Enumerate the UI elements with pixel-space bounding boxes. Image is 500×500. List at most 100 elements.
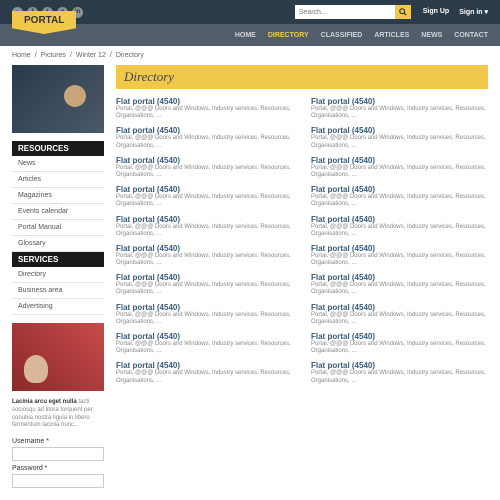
nav-news[interactable]: NEWS: [421, 32, 442, 39]
directory-item-title[interactable]: Flat portal (4540): [116, 185, 293, 194]
directory-item-title[interactable]: Flat portal (4540): [311, 244, 488, 253]
directory-item-title[interactable]: Flat portal (4540): [116, 273, 293, 282]
sidebar-item[interactable]: Business area: [12, 283, 104, 299]
search-icon: [399, 8, 407, 16]
directory-item-desc: Portal, @@@ Doors and Windows, Industry …: [116, 135, 293, 149]
directory-item: Flat portal (4540)Portal, @@@ Doors and …: [116, 95, 293, 122]
directory-item-title[interactable]: Flat portal (4540): [116, 244, 293, 253]
nav-directory[interactable]: DIRECTORY: [268, 32, 309, 39]
search-button[interactable]: [395, 5, 411, 19]
directory-item-title[interactable]: Flat portal (4540): [311, 332, 488, 341]
directory-item-title[interactable]: Flat portal (4540): [311, 361, 488, 370]
directory-item: Flat portal (4540)Portal, @@@ Doors and …: [116, 213, 293, 240]
directory-item-desc: Portal, @@@ Doors and Windows, Industry …: [311, 312, 488, 326]
main-content: Directory Flat portal (4540)Portal, @@@ …: [116, 65, 488, 492]
sidebar-image: [12, 323, 104, 391]
directory-item-title[interactable]: Flat portal (4540): [311, 273, 488, 282]
username-label: Username *: [12, 438, 104, 445]
directory-item-title[interactable]: Flat portal (4540): [116, 156, 293, 165]
signup-link[interactable]: Sign Up: [423, 8, 449, 16]
username-input[interactable]: [12, 447, 104, 461]
directory-item: Flat portal (4540)Portal, @@@ Doors and …: [311, 124, 488, 151]
directory-item-desc: Portal, @@@ Doors and Windows, Industry …: [116, 106, 293, 120]
services-list: DirectoryBusiness areaAdvertising: [12, 267, 104, 315]
sidebar-item[interactable]: News: [12, 156, 104, 172]
directory-item-desc: Portal, @@@ Doors and Windows, Industry …: [311, 135, 488, 149]
sidebar-item[interactable]: Advertising: [12, 299, 104, 315]
directory-item-desc: Portal, @@@ Doors and Windows, Industry …: [311, 194, 488, 208]
directory-item-desc: Portal, @@@ Doors and Windows, Industry …: [311, 370, 488, 384]
directory-item: Flat portal (4540)Portal, @@@ Doors and …: [311, 154, 488, 181]
sidebar-item[interactable]: Portal Manual: [12, 220, 104, 236]
directory-item-desc: Portal, @@@ Doors and Windows, Industry …: [311, 106, 488, 120]
directory-item-title[interactable]: Flat portal (4540): [116, 303, 293, 312]
directory-item: Flat portal (4540)Portal, @@@ Doors and …: [116, 124, 293, 151]
directory-item-desc: Portal, @@@ Doors and Windows, Industry …: [116, 370, 293, 384]
directory-item-title[interactable]: Flat portal (4540): [116, 361, 293, 370]
directory-item-title[interactable]: Flat portal (4540): [311, 97, 488, 106]
resources-header: RESOURCES: [12, 141, 104, 156]
password-input[interactable]: [12, 474, 104, 488]
directory-item-desc: Portal, @@@ Doors and Windows, Industry …: [116, 194, 293, 208]
nav-home[interactable]: HOME: [235, 32, 256, 39]
directory-item: Flat portal (4540)Portal, @@@ Doors and …: [116, 271, 293, 298]
search-input[interactable]: [295, 5, 395, 19]
breadcrumb: Home/Pictures/Winter 12/Directory: [0, 46, 500, 65]
nav-articles[interactable]: ARTICLES: [374, 32, 409, 39]
signin-link[interactable]: Sign in ▾: [459, 8, 488, 16]
password-field: Password *: [12, 465, 104, 488]
directory-item: Flat portal (4540)Portal, @@@ Doors and …: [311, 183, 488, 210]
directory-item: Flat portal (4540)Portal, @@@ Doors and …: [116, 154, 293, 181]
breadcrumb-item[interactable]: Pictures: [41, 52, 66, 59]
directory-item-title[interactable]: Flat portal (4540): [116, 215, 293, 224]
breadcrumb-item[interactable]: Directory: [116, 52, 144, 59]
auth-links: Sign Up Sign in ▾: [423, 8, 488, 16]
directory-item: Flat portal (4540)Portal, @@@ Doors and …: [311, 359, 488, 386]
directory-item-title[interactable]: Flat portal (4540): [311, 156, 488, 165]
navbar: PORTAL HOMEDIRECTORYCLASSIFIEDARTICLESNE…: [0, 24, 500, 46]
directory-item-title[interactable]: Flat portal (4540): [311, 185, 488, 194]
directory-item-desc: Portal, @@@ Doors and Windows, Industry …: [116, 282, 293, 296]
username-field: Username *: [12, 438, 104, 461]
directory-item-title[interactable]: Flat portal (4540): [116, 332, 293, 341]
sidebar-caption: Lacinia arcu eget nulla tacti sociosqu a…: [12, 399, 104, 430]
directory-item: Flat portal (4540)Portal, @@@ Doors and …: [311, 271, 488, 298]
logo[interactable]: PORTAL: [12, 11, 76, 34]
directory-item: Flat portal (4540)Portal, @@@ Doors and …: [311, 330, 488, 357]
nav-contact[interactable]: CONTACT: [454, 32, 488, 39]
directory-item-desc: Portal, @@@ Doors and Windows, Industry …: [311, 224, 488, 238]
sidebar-item[interactable]: Events calendar: [12, 204, 104, 220]
directory-item-desc: Portal, @@@ Doors and Windows, Industry …: [116, 224, 293, 238]
directory-item-desc: Portal, @@@ Doors and Windows, Industry …: [116, 341, 293, 355]
directory-item-desc: Portal, @@@ Doors and Windows, Industry …: [116, 165, 293, 179]
directory-item-title[interactable]: Flat portal (4540): [311, 215, 488, 224]
directory-item: Flat portal (4540)Portal, @@@ Doors and …: [311, 213, 488, 240]
sidebar-item[interactable]: Glossary: [12, 236, 104, 252]
breadcrumb-item[interactable]: Winter 12: [76, 52, 106, 59]
directory-item-title[interactable]: Flat portal (4540): [116, 97, 293, 106]
sidebar: RESOURCES NewsArticlesMagazinesEvents ca…: [12, 65, 104, 492]
directory-item-title[interactable]: Flat portal (4540): [116, 126, 293, 135]
directory-item-desc: Portal, @@@ Doors and Windows, Industry …: [311, 165, 488, 179]
resources-list: NewsArticlesMagazinesEvents calendarPort…: [12, 156, 104, 252]
directory-item-title[interactable]: Flat portal (4540): [311, 303, 488, 312]
nav-items: HOME DIRECTORY CLASSIFIED ARTICLES NEWS CONTA…: [235, 32, 488, 39]
directory-item: Flat portal (4540)Portal, @@@ Doors and …: [116, 242, 293, 269]
services-header: SERVICES: [12, 252, 104, 267]
directory-item: Flat portal (4540)Portal, @@@ Doors and …: [116, 301, 293, 328]
directory-item: Flat portal (4540)Portal, @@@ Doors and …: [311, 95, 488, 122]
directory-item-title[interactable]: Flat portal (4540): [311, 126, 488, 135]
directory-item-desc: Portal, @@@ Doors and Windows, Industry …: [116, 253, 293, 267]
breadcrumb-item[interactable]: Home: [12, 52, 31, 59]
directory-item-desc: Portal, @@@ Doors and Windows, Industry …: [311, 341, 488, 355]
directory-item: Flat portal (4540)Portal, @@@ Doors and …: [116, 330, 293, 357]
nav-classified[interactable]: CLASSIFIED: [321, 32, 363, 39]
page-title: Directory: [116, 65, 488, 89]
directory-item: Flat portal (4540)Portal, @@@ Doors and …: [116, 183, 293, 210]
sidebar-item[interactable]: Magazines: [12, 188, 104, 204]
directory-item-desc: Portal, @@@ Doors and Windows, Industry …: [311, 282, 488, 296]
password-label: Password *: [12, 465, 104, 472]
sidebar-item[interactable]: Directory: [12, 267, 104, 283]
directory-item: Flat portal (4540)Portal, @@@ Doors and …: [311, 242, 488, 269]
sidebar-item[interactable]: Articles: [12, 172, 104, 188]
